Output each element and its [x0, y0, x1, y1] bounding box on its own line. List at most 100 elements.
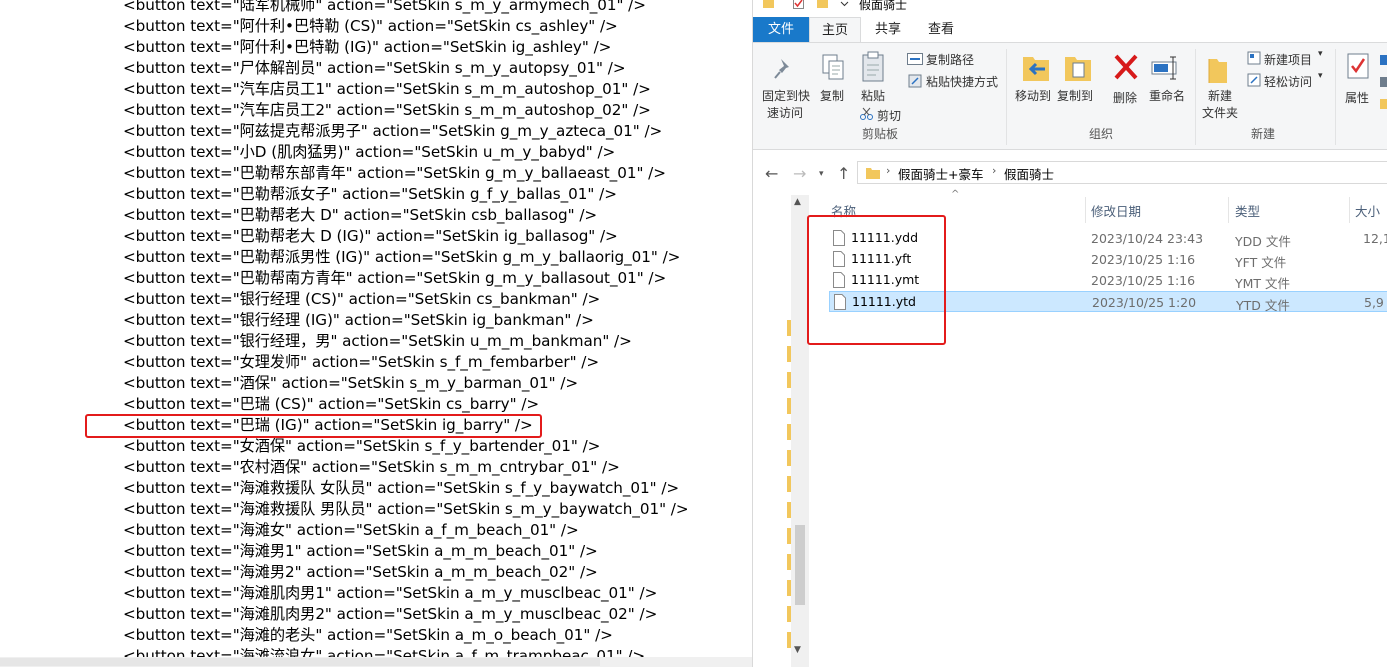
chevron-down-icon[interactable]: [839, 0, 850, 9]
address-bar-row: ← → ▾ ↑ › 假面骑士+豪车 › 假面骑士: [753, 150, 1387, 195]
back-arrow-icon[interactable]: ←: [765, 164, 778, 183]
delete-icon: [1114, 54, 1138, 80]
easy-access-button[interactable]: 轻松访问: [1264, 73, 1312, 90]
rename-button[interactable]: 重命名: [1149, 87, 1185, 104]
file-size: 12,1: [1363, 231, 1387, 246]
code-line[interactable]: <button text="巴勒帮老大 D (IG)" action="SetS…: [123, 226, 618, 247]
paste-button[interactable]: 粘贴: [861, 87, 885, 104]
code-line[interactable]: <button text="海滩救援队 男队员" action="SetSkin…: [123, 499, 689, 520]
code-line[interactable]: <button text="巴勒帮老大 D" action="SetSkin c…: [123, 205, 597, 226]
column-type[interactable]: 类型: [1235, 201, 1260, 220]
properties-button[interactable]: 属性: [1345, 89, 1369, 106]
ribbon-home: 固定到快 速访问 复制 粘贴 复制路径 粘贴快捷方式 剪切 剪贴板 移动到 复制…: [753, 42, 1387, 150]
copy-to-icon: [1065, 57, 1091, 81]
new-folder-button[interactable]: 新建: [1208, 87, 1232, 104]
group-organize: 组织: [1089, 127, 1114, 141]
new-item-button[interactable]: 新建项目: [1264, 51, 1312, 68]
file-date: 2023/10/25 1:20: [1092, 295, 1197, 310]
copy-to-button[interactable]: 复制到: [1057, 87, 1093, 104]
code-line[interactable]: <button text="银行经理 (IG)" action="SetSkin…: [123, 310, 594, 331]
code-line[interactable]: <button text="银行经理，男" action="SetSkin u_…: [123, 331, 632, 352]
chevron-down-icon[interactable]: ▾: [1318, 71, 1323, 81]
ribbon-divider: [1006, 49, 1007, 145]
breadcrumb-chevron-icon[interactable]: ›: [886, 164, 890, 177]
code-line[interactable]: <button text="阿什利•巴特勒 (CS)" action="SetS…: [123, 16, 618, 37]
column-size[interactable]: 大小: [1355, 201, 1380, 220]
chevron-down-icon[interactable]: ▾: [819, 169, 824, 179]
code-line[interactable]: <button text="海滩肌肉男1" action="SetSkin a_…: [123, 583, 657, 604]
copy-button[interactable]: 复制: [820, 87, 844, 104]
code-line[interactable]: <button text="巴勒帮派男性 (IG)" action="SetSk…: [123, 247, 680, 268]
title-bar: 假面骑士: [753, 0, 1387, 16]
code-line[interactable]: <button text="海滩的老头" action="SetSkin a_m…: [123, 625, 613, 646]
code-line[interactable]: <button text="陆军机械师" action="SetSkin s_m…: [123, 0, 646, 16]
address-box[interactable]: › 假面骑士+豪车 › 假面骑士: [857, 161, 1387, 184]
code-line[interactable]: <button text="汽车店员工1" action="SetSkin s_…: [123, 79, 651, 100]
up-arrow-icon[interactable]: ↑: [837, 164, 850, 183]
pin-quick-access-label[interactable]: 固定到快: [762, 87, 810, 104]
tab-file[interactable]: 文件: [753, 17, 809, 42]
breadcrumb-item[interactable]: 假面骑士: [1004, 164, 1054, 183]
code-line[interactable]: <button text="女酒保" action="SetSkin s_f_y…: [123, 436, 600, 457]
code-line[interactable]: <button text="女理发师" action="SetSkin s_f_…: [123, 352, 599, 373]
file-date: 2023/10/25 1:16: [1091, 273, 1196, 288]
new-folder-button-2[interactable]: 文件夹: [1202, 104, 1238, 121]
file-date: 2023/10/25 1:16: [1091, 252, 1196, 267]
pin-quick-access-label-2[interactable]: 速访问: [767, 104, 803, 121]
tab-home[interactable]: 主页: [809, 17, 861, 42]
scrollbar-thumb[interactable]: [795, 525, 805, 605]
folder-icon: [763, 0, 774, 8]
easy-access-icon: [1247, 73, 1261, 87]
properties-icon: [1347, 53, 1369, 79]
column-date[interactable]: 修改日期: [1091, 201, 1141, 220]
file-type: YFT 文件: [1235, 255, 1287, 270]
code-line[interactable]: <button text="巴勒帮派女子" action="SetSkin g_…: [123, 184, 617, 205]
xml-editor[interactable]: <button text="陆军机械师" action="SetSkin s_m…: [0, 0, 752, 667]
copy-path-button[interactable]: 复制路径: [926, 51, 974, 68]
forward-arrow-icon[interactable]: →: [793, 164, 806, 183]
code-line[interactable]: <button text="阿什利•巴特勒 (IG)" action="SetS…: [123, 37, 611, 58]
cut-button[interactable]: 剪切: [877, 107, 901, 124]
tab-view[interactable]: 查看: [919, 17, 963, 42]
scissors-icon: [860, 107, 873, 120]
scroll-up-icon[interactable]: ▲: [794, 197, 801, 207]
breadcrumb-item[interactable]: 假面骑士+豪车: [898, 164, 983, 183]
chevron-down-icon[interactable]: ▾: [1318, 49, 1323, 59]
code-line[interactable]: <button text="海滩救援队 女队员" action="SetSkin…: [123, 478, 679, 499]
move-to-button[interactable]: 移动到: [1015, 87, 1051, 104]
delete-button[interactable]: 删除: [1113, 89, 1137, 106]
horizontal-scrollbar[interactable]: [0, 657, 752, 667]
scroll-down-icon[interactable]: ▼: [794, 645, 801, 655]
code-line[interactable]: <button text="巴瑞 (CS)" action="SetSkin c…: [123, 394, 539, 415]
group-new: 新建: [1251, 127, 1276, 141]
code-line[interactable]: <button text="海滩男1" action="SetSkin a_m_…: [123, 541, 598, 562]
ribbon-divider: [1195, 49, 1196, 145]
column-divider[interactable]: [1085, 197, 1086, 223]
copy-icon: [822, 54, 844, 80]
properties-quick-icon[interactable]: [793, 0, 804, 9]
code-line[interactable]: <button text="汽车店员工2" action="SetSkin s_…: [123, 100, 651, 121]
code-line[interactable]: <button text="海滩男2" action="SetSkin a_m_…: [123, 562, 598, 583]
code-line[interactable]: <button text="酒保" action="SetSkin s_m_y_…: [123, 373, 578, 394]
tab-share[interactable]: 共享: [865, 17, 911, 42]
code-line[interactable]: <button text="小D (肌肉猛男)" action="SetSkin…: [123, 142, 615, 163]
new-folder-quick-icon[interactable]: [817, 0, 828, 9]
code-line[interactable]: <button text="海滩女" action="SetSkin a_f_m…: [123, 520, 579, 541]
open-group-icons: [1380, 55, 1387, 109]
code-line[interactable]: <button text="阿兹提克帮派男子" action="SetSkin …: [123, 121, 662, 142]
column-divider[interactable]: [1349, 197, 1350, 223]
code-line[interactable]: <button text="巴勒帮南方青年" action="SetSkin g…: [123, 268, 666, 289]
breadcrumb-chevron-icon[interactable]: ›: [992, 164, 996, 177]
file-type: YMT 文件: [1235, 276, 1291, 291]
annotation-box-code: [85, 414, 542, 438]
code-line[interactable]: <button text="海滩肌肉男2" action="SetSkin a_…: [123, 604, 657, 625]
code-line[interactable]: <button text="巴勒帮东部青年" action="SetSkin g…: [123, 163, 666, 184]
column-divider[interactable]: [1228, 197, 1229, 223]
code-line[interactable]: <button text="尸体解剖员" action="SetSkin s_m…: [123, 58, 626, 79]
file-size: 5,9: [1364, 295, 1384, 310]
pin-icon: [774, 59, 789, 79]
code-line[interactable]: <button text="农村酒保" action="SetSkin s_m_…: [123, 457, 620, 478]
paste-shortcut-button[interactable]: 粘贴快捷方式: [926, 73, 998, 90]
scrollbar-thumb[interactable]: [0, 658, 600, 666]
code-line[interactable]: <button text="银行经理 (CS)" action="SetSkin…: [123, 289, 600, 310]
